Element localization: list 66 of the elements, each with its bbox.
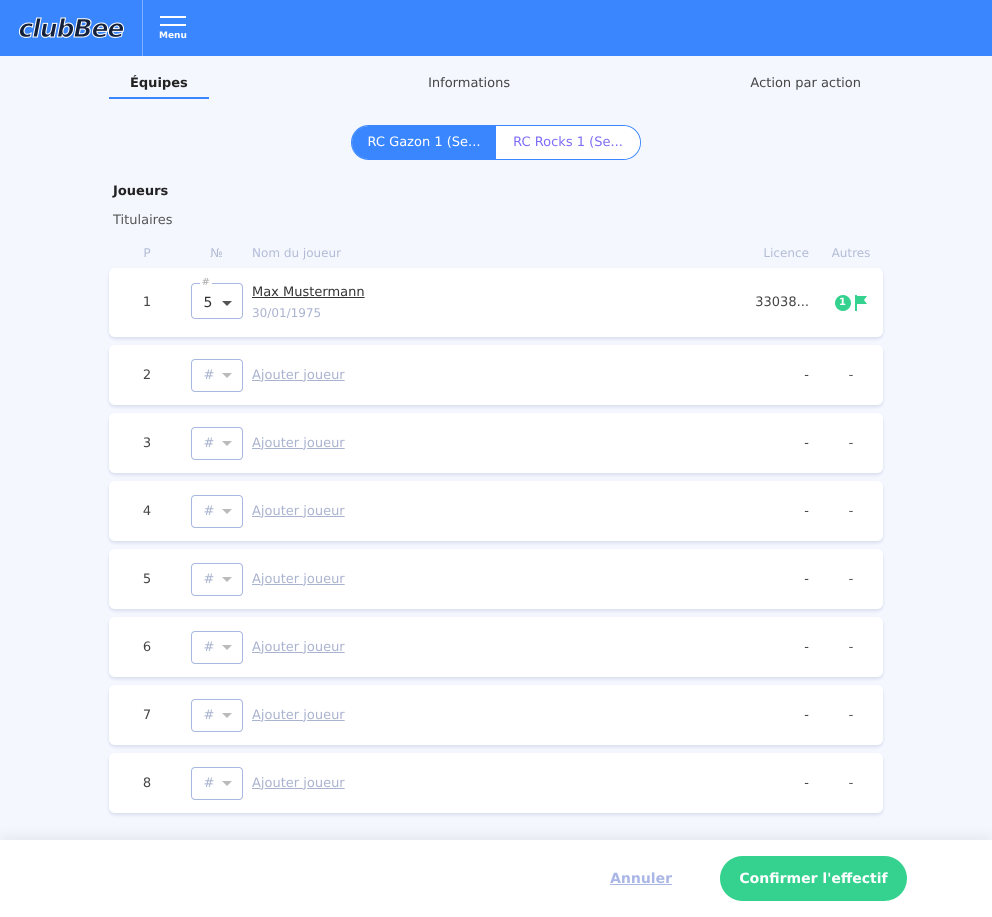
position-number: 6 <box>142 640 152 654</box>
position-number: 4 <box>142 504 152 518</box>
add-player-link[interactable]: Ajouter joueur <box>252 504 345 518</box>
add-player-link[interactable]: Ajouter joueur <box>252 368 345 382</box>
caret-icon <box>222 372 232 378</box>
group-title: Titulaires <box>113 213 174 228</box>
number-select[interactable]: # <box>190 358 242 392</box>
column-header: Licence <box>762 246 810 260</box>
others-value: - <box>848 776 854 790</box>
add-player-link[interactable]: Ajouter joueur <box>252 572 345 586</box>
caret-icon <box>222 780 232 786</box>
add-player-link[interactable]: Ajouter joueur <box>252 708 345 722</box>
column-header: P <box>142 246 152 260</box>
add-player-link[interactable]: Ajouter joueur <box>252 776 345 790</box>
licence-number: 33038... <box>754 295 810 310</box>
caret-icon <box>222 508 232 514</box>
number-select[interactable]: # <box>190 494 242 528</box>
position-number: 8 <box>142 776 152 790</box>
team-option[interactable]: RC Gazon 1 (Se... <box>352 126 496 159</box>
number-select[interactable]: # <box>190 426 242 460</box>
column-header: Nom du joueur <box>251 246 342 260</box>
licence-number: - <box>803 708 810 722</box>
number-select[interactable]: # <box>190 562 242 596</box>
licence-number: - <box>803 572 810 586</box>
section-title: Joueurs <box>113 184 170 199</box>
licence-number: - <box>803 640 810 654</box>
flag-icon <box>854 294 868 310</box>
column-header: Autres <box>830 246 872 260</box>
confirm-button[interactable]: Confirmer l'effectif <box>720 856 907 901</box>
logo[interactable]: clubBee <box>0 0 142 56</box>
others-value: - <box>848 640 854 654</box>
caret-icon <box>222 576 232 582</box>
licence-number: - <box>803 436 810 450</box>
tab[interactable]: Informations <box>407 70 532 99</box>
others-value: - <box>848 504 854 518</box>
menu-button[interactable]: Menu <box>143 0 203 56</box>
cancel-link[interactable]: Annuler <box>610 870 672 886</box>
caret-icon <box>222 712 232 718</box>
menu-icon <box>160 16 186 26</box>
number-select[interactable]: # <box>190 630 242 664</box>
tab[interactable]: Action par action <box>729 70 883 99</box>
licence-number: - <box>803 504 810 518</box>
caret-icon <box>222 644 232 650</box>
birth-date: 30/01/1975 <box>252 306 322 320</box>
position-number: 2 <box>142 368 152 382</box>
position-number: 3 <box>142 436 152 450</box>
position-number: 5 <box>142 572 152 586</box>
column-header: № <box>209 246 224 260</box>
licence-number: - <box>803 368 810 382</box>
caret-icon <box>222 300 232 306</box>
caret-icon <box>222 440 232 446</box>
others-value: - <box>848 572 854 586</box>
add-player-link[interactable]: Ajouter joueur <box>252 436 345 450</box>
licence-number: - <box>803 776 810 790</box>
others-value: - <box>848 436 854 450</box>
others-value: - <box>848 708 854 722</box>
number-select[interactable]: # <box>190 766 242 800</box>
position-number: 1 <box>142 295 152 310</box>
number-select[interactable]: # 5 <box>190 278 242 319</box>
others-value: - <box>848 368 854 382</box>
number-select[interactable]: # <box>190 698 242 732</box>
position-number: 7 <box>142 708 152 722</box>
tab[interactable]: Équipes <box>109 70 209 99</box>
count-badge: 1 <box>834 294 850 310</box>
player-name-link[interactable]: Max Mustermann <box>252 285 365 300</box>
add-player-link[interactable]: Ajouter joueur <box>252 640 345 654</box>
